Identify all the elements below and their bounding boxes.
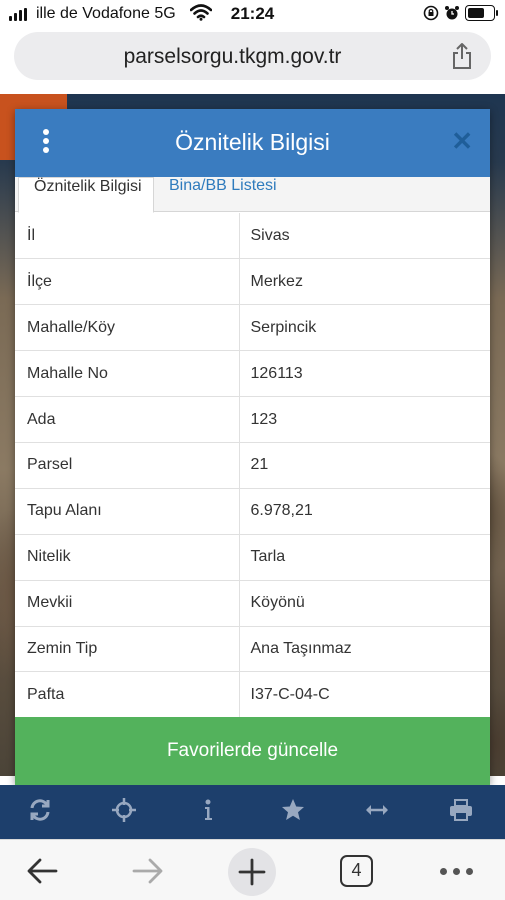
attribute-value: Ana Taşınmaz — [239, 626, 490, 673]
table-row: Tapu Alanı 6.978,21 — [15, 488, 490, 535]
attribute-dialog: Öznitelik Bilgisi ✕ Öznitelik Bilgisi Bi… — [15, 109, 490, 785]
attribute-value: 126113 — [239, 350, 490, 398]
table-row: Mahalle No 126113 — [15, 350, 490, 398]
address-bar[interactable]: parselsorgu.tkgm.gov.tr — [14, 32, 491, 80]
attribute-key: Mahalle No — [15, 350, 240, 398]
attribute-key: Zemin Tip — [15, 626, 240, 673]
more-horizontal-icon[interactable] — [440, 868, 473, 875]
dialog-title: Öznitelik Bilgisi — [175, 129, 330, 155]
attribute-value: Tarla — [239, 534, 490, 581]
attribute-value: I37-C-04-C — [239, 671, 490, 719]
table-row: Ada 123 — [15, 396, 490, 443]
attribute-value: 6.978,21 — [239, 488, 490, 535]
new-tab-button[interactable] — [228, 848, 276, 896]
close-icon[interactable]: ✕ — [451, 127, 473, 155]
star-icon[interactable] — [280, 797, 306, 823]
measure-icon[interactable] — [364, 797, 390, 823]
table-row: Pafta I37-C-04-C — [15, 671, 490, 719]
browser-navigation: 4 — [0, 839, 505, 900]
table-row: Zemin Tip Ana Taşınmaz — [15, 626, 490, 673]
attribute-value: Serpincik — [239, 304, 490, 352]
dialog-header: Öznitelik Bilgisi ✕ — [15, 109, 490, 177]
url-text[interactable]: parselsorgu.tkgm.gov.tr — [14, 45, 451, 69]
info-icon[interactable] — [195, 797, 221, 823]
dialog-tabs: Öznitelik Bilgisi Bina/BB Listesi — [15, 177, 490, 213]
tab-building-list[interactable]: Bina/BB Listesi — [169, 177, 277, 212]
attribute-value: 21 — [239, 442, 490, 489]
attribute-value: Köyönü — [239, 580, 490, 627]
rotation-lock-icon — [423, 5, 439, 26]
attribute-key: Nitelik — [15, 534, 240, 581]
crosshair-icon[interactable] — [111, 797, 137, 823]
tab-attribute-info[interactable]: Öznitelik Bilgisi — [18, 177, 154, 213]
table-row: İlçe Merkez — [15, 258, 490, 306]
forward-icon[interactable] — [132, 856, 164, 891]
alarm-icon — [444, 5, 460, 26]
battery-icon — [465, 5, 498, 21]
back-icon[interactable] — [26, 856, 58, 891]
attribute-key: İlçe — [15, 258, 240, 306]
table-row: Nitelik Tarla — [15, 534, 490, 581]
table-row: İl Sivas — [15, 213, 490, 260]
table-row: Mevkii Köyönü — [15, 580, 490, 627]
attribute-value: 123 — [239, 396, 490, 443]
attribute-value: Merkez — [239, 258, 490, 306]
map-toolbar — [0, 785, 505, 839]
attribute-value: Sivas — [239, 213, 490, 260]
refresh-icon[interactable] — [27, 797, 53, 823]
print-icon[interactable] — [448, 797, 474, 823]
attribute-key: Pafta — [15, 671, 240, 719]
tab-count-button[interactable]: 4 — [340, 855, 373, 887]
attribute-key: Ada — [15, 396, 240, 443]
attribute-key: Mahalle/Köy — [15, 304, 240, 352]
attribute-key: Tapu Alanı — [15, 488, 240, 535]
status-bar: ille de Vodafone 5G 21:24 — [0, 0, 505, 28]
attribute-table: İl Sivas İlçe Merkez Mahalle/Köy Serpinc… — [15, 213, 490, 719]
address-bar-area: parselsorgu.tkgm.gov.tr — [0, 28, 505, 94]
attribute-key: Parsel — [15, 442, 240, 489]
table-row: Parsel 21 — [15, 442, 490, 489]
attribute-key: Mevkii — [15, 580, 240, 627]
update-favorites-button[interactable]: Favorilerde güncelle — [15, 717, 490, 785]
share-icon[interactable] — [451, 42, 473, 75]
table-row: Mahalle/Köy Serpincik — [15, 304, 490, 352]
attribute-key: İl — [15, 213, 240, 260]
